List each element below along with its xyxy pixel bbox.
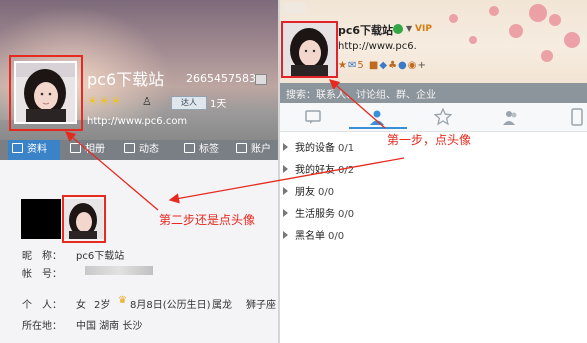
main-tab-bar xyxy=(279,103,587,132)
main-avatar[interactable] xyxy=(281,21,338,78)
contact-group[interactable]: 我的设备 0/1 xyxy=(283,139,354,154)
vip-badge[interactable]: VIP xyxy=(415,24,432,34)
tab-feed[interactable]: 动态 xyxy=(124,140,159,160)
window-divider xyxy=(278,0,280,343)
account-row: 帐 号： xyxy=(22,269,62,280)
sun-level-icons: ☀☀☀ xyxy=(87,94,123,108)
expand-arrow-icon xyxy=(283,165,288,173)
personal-row: 个 人： 女 2岁 ♛ 8月8日(公历生日) 属龙 狮子座 xyxy=(22,295,276,311)
chevron-down-icon[interactable]: ▼ xyxy=(406,24,412,33)
annotation-step2: 第二步还是点头像 xyxy=(159,213,256,227)
expand-arrow-icon xyxy=(283,231,288,239)
highlight-box-profile-avatar xyxy=(9,55,83,131)
list-icon xyxy=(124,143,135,153)
tab-album[interactable]: 相册 xyxy=(70,140,105,160)
bookmark-icon xyxy=(184,143,195,153)
birthday-value: 8月8日(公历生日) xyxy=(130,300,211,311)
qq-number: 2665457583 xyxy=(186,72,256,85)
active-tab-indicator xyxy=(349,127,407,129)
contact-group[interactable]: 黑名单 0/0 xyxy=(283,227,344,242)
main-nickname[interactable]: pc6下载站 xyxy=(338,22,393,38)
penguin-icon: ♙ xyxy=(142,95,152,108)
level-badge: 达人 xyxy=(171,96,207,110)
expand-arrow-icon xyxy=(283,143,288,151)
age-value: 2岁 xyxy=(94,300,111,311)
diamond-icon[interactable]: ◆ xyxy=(379,60,388,71)
contact-group[interactable]: 生活服务 0/0 xyxy=(283,205,354,220)
briefcase-icon xyxy=(236,143,247,153)
gender-value: 女 xyxy=(76,300,86,311)
crown-icon: ♛ xyxy=(118,295,127,306)
nickname-row: 昵 称： pc6下载站 xyxy=(22,247,124,262)
badge-icon[interactable] xyxy=(255,74,267,85)
photo-icon xyxy=(70,143,81,153)
expand-arrow-icon xyxy=(283,187,288,195)
contacts-icon[interactable] xyxy=(368,108,386,126)
avatar-preview-dark[interactable] xyxy=(21,199,61,239)
tab-tags[interactable]: 标签 xyxy=(184,140,219,160)
skin-toggle[interactable] xyxy=(284,2,306,14)
profile-url[interactable]: http://www.pc6.com xyxy=(87,116,187,127)
star-icon[interactable]: ★ xyxy=(338,60,348,71)
search-placeholder: 搜索：联系人、讨论组、群、企业 xyxy=(286,90,436,101)
mail-count: 5 xyxy=(357,60,365,71)
chinese-zodiac-value: 属龙 xyxy=(212,300,232,311)
active-days: 1天 xyxy=(210,99,227,110)
phone-icon[interactable] xyxy=(568,108,586,126)
star-icon[interactable] xyxy=(434,108,452,126)
signature-url[interactable]: http://www.pc6. xyxy=(338,41,417,52)
app-icons-row: ★✉5 ■◆♣●◉+ xyxy=(338,60,427,71)
zodiac-value: 狮子座 xyxy=(246,300,276,311)
highlight-box-avatar-preview xyxy=(62,195,106,243)
tab-account[interactable]: 账户 xyxy=(236,140,271,160)
expand-arrow-icon xyxy=(283,209,288,217)
mail-icon[interactable]: ✉ xyxy=(348,60,357,71)
nickname-value: pc6下载站 xyxy=(76,251,125,262)
message-icon[interactable] xyxy=(304,108,322,126)
location-value: 中国 湖南 长沙 xyxy=(76,321,143,332)
group-icon[interactable] xyxy=(502,108,520,126)
puzzle-icon[interactable]: ♣ xyxy=(388,60,398,71)
location-row: 所在地： 中国 湖南 长沙 xyxy=(22,317,142,332)
online-status-icon[interactable] xyxy=(393,24,403,34)
contact-group[interactable]: 朋友 0/0 xyxy=(283,183,334,198)
profile-name: pc6下载站 xyxy=(87,70,165,89)
folder-icon[interactable]: ■ xyxy=(369,60,379,71)
annotation-step1: 第一步，点头像 xyxy=(387,133,472,147)
cloud-icon[interactable]: ● xyxy=(398,60,408,71)
account-value-blurred xyxy=(85,266,153,275)
id-card-icon xyxy=(12,143,23,153)
plus-icon[interactable]: + xyxy=(418,60,427,71)
palette-icon[interactable]: ◉ xyxy=(408,60,418,71)
tab-info[interactable]: 资料 xyxy=(8,140,60,160)
contact-group[interactable]: 我的好友 0/2 xyxy=(283,161,354,176)
